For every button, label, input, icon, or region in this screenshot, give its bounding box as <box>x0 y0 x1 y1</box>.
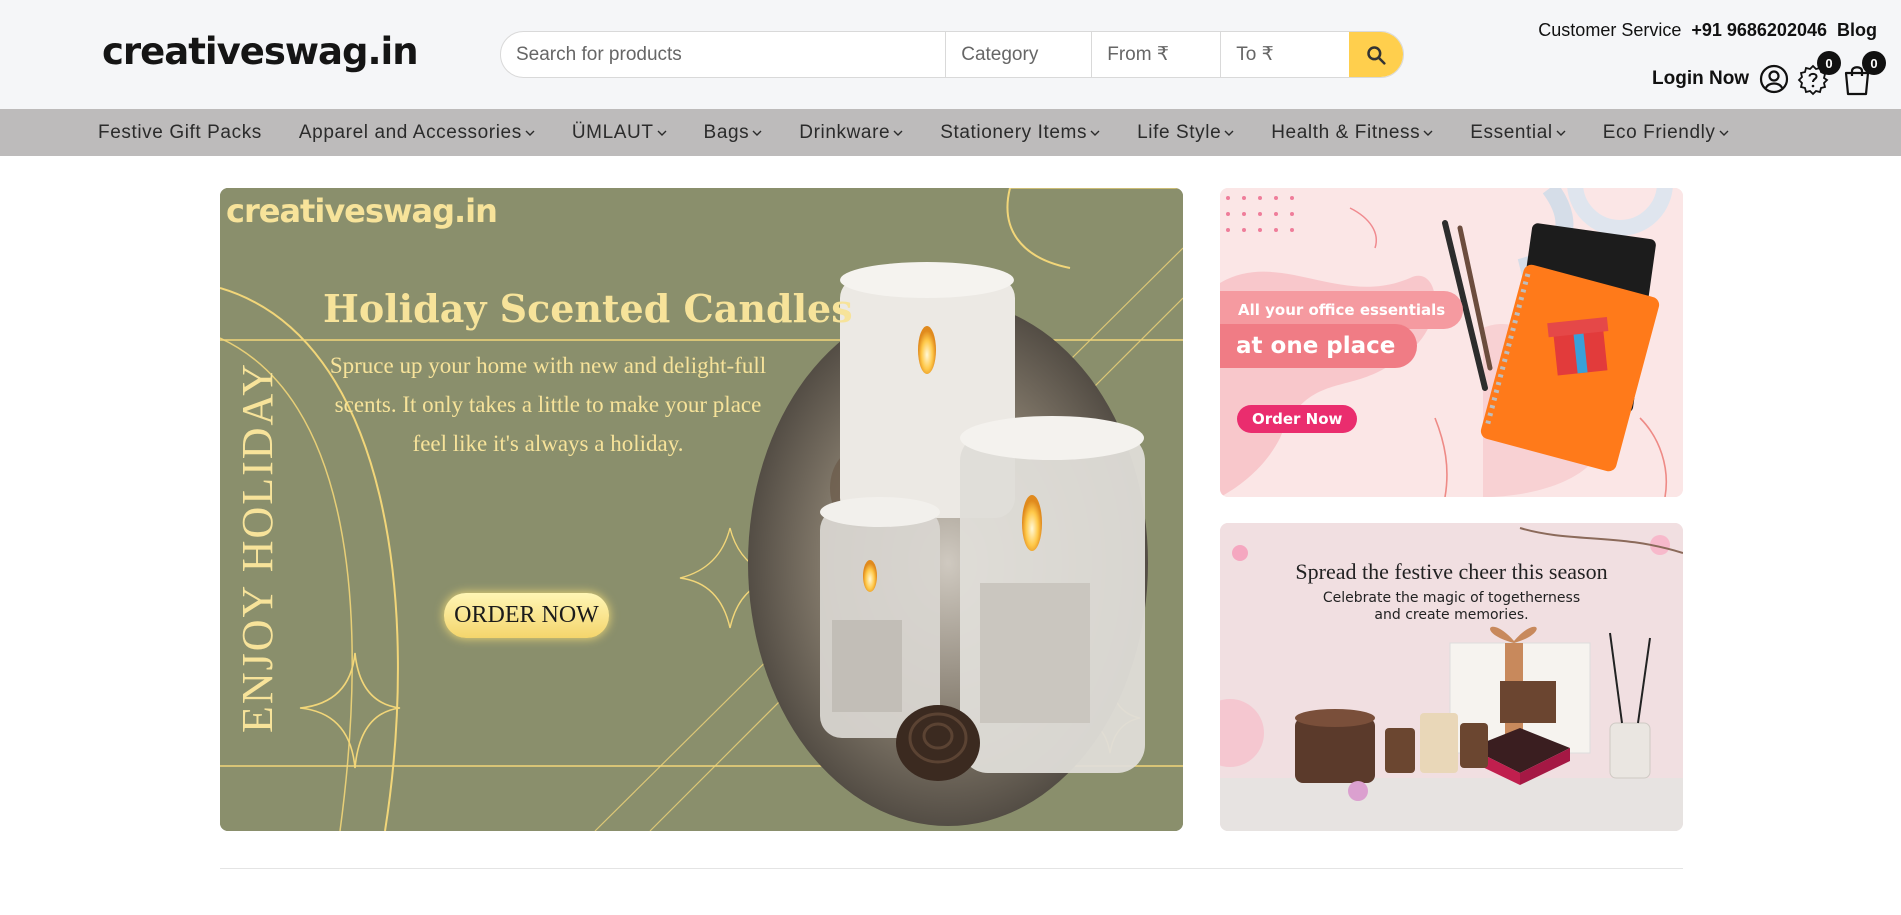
nav-item-label: ÜMLAUT <box>571 121 654 143</box>
chevron-down-icon <box>893 130 903 136</box>
category-input[interactable] <box>946 32 1093 77</box>
nav-item-label: Bags <box>703 121 750 143</box>
nav-item-label: Stationery Items <box>940 121 1088 143</box>
chevron-down-icon <box>1224 130 1234 136</box>
search-input[interactable] <box>501 32 947 77</box>
festive-cheer-banner[interactable]: Spread the festive cheer this season Cel… <box>1220 523 1683 831</box>
phone-number[interactable]: +91 9686202046 <box>1691 20 1827 41</box>
hero-title: Holiday Scented Candles <box>323 286 853 331</box>
office-banner-line2: at one place <box>1220 324 1418 368</box>
hero-banner-candles[interactable]: creativeswag.in Holiday Scented Candles … <box>220 188 1183 831</box>
user-icon <box>1759 64 1789 94</box>
order-now-button[interactable]: ORDER NOW <box>444 593 609 638</box>
nav-item-eco-friendly[interactable]: Eco Friendly <box>1603 122 1729 144</box>
nav-item-essential[interactable]: Essential <box>1470 122 1566 144</box>
cart-button[interactable]: 0 <box>1842 51 1886 98</box>
nav-item-health-fitness[interactable]: Health & Fitness <box>1271 122 1433 144</box>
hero-logo: creativeswag.in <box>226 192 498 230</box>
nav-item-apparel[interactable]: Apparel and Accessories <box>299 122 535 144</box>
blog-link[interactable]: Blog <box>1837 20 1877 41</box>
chevron-down-icon <box>657 130 667 136</box>
chevron-down-icon <box>1719 130 1729 136</box>
chevron-down-icon <box>1090 130 1100 136</box>
hero-vertical-text: ENJOY HOLIDAY <box>233 361 282 733</box>
chevron-down-icon <box>1423 130 1433 136</box>
nav-item-label: Health & Fitness <box>1271 121 1421 143</box>
hero-subtitle: Spruce up your home with new and delight… <box>329 353 767 456</box>
customer-service-link[interactable]: Customer Service <box>1538 20 1681 41</box>
nav-item-stationery[interactable]: Stationery Items <box>940 122 1100 144</box>
chevron-down-icon <box>752 130 762 136</box>
price-to-input[interactable] <box>1221 32 1350 77</box>
festive-banner-title: Spread the festive cheer this season <box>1295 559 1608 584</box>
site-header: creativeswag.in Customer Service +91 968… <box>0 0 1901 109</box>
nav-item-label: Apparel and Accessories <box>298 121 522 143</box>
nav-item-label: Life Style <box>1137 121 1222 143</box>
price-from-input[interactable] <box>1092 32 1222 77</box>
search-bar <box>500 31 1404 78</box>
cart-count-badge: 0 <box>1862 51 1886 75</box>
category-nav: Festive Gift Packs Apparel and Accessori… <box>0 109 1901 156</box>
site-logo[interactable]: creativeswag.in <box>102 30 419 73</box>
festive-banner-subtitle-line2: and create memories. <box>1374 607 1529 623</box>
login-button[interactable]: Login Now <box>1652 64 1789 94</box>
search-icon <box>1367 45 1386 65</box>
nav-item-label: Drinkware <box>799 121 891 143</box>
festive-banner-subtitle: Celebrate the magic of togetherness and … <box>1220 590 1683 624</box>
section-divider <box>220 868 1683 869</box>
hero-decoration <box>220 188 1183 831</box>
chevron-down-icon <box>1556 130 1566 136</box>
office-essentials-banner[interactable]: All your office essentials at one place … <box>1220 188 1683 497</box>
top-links: Customer Service +91 9686202046 Blog <box>1538 20 1877 41</box>
nav-item-drinkware[interactable]: Drinkware <box>799 122 903 144</box>
nav-item-umlaut[interactable]: ÜMLAUT <box>572 122 667 144</box>
login-label: Login Now <box>1652 68 1750 89</box>
nav-item-life-style[interactable]: Life Style <box>1137 122 1234 144</box>
chevron-down-icon <box>525 130 535 136</box>
wishlist-button[interactable]: 0 <box>1797 51 1841 98</box>
nav-item-bags[interactable]: Bags <box>704 122 763 144</box>
search-button[interactable] <box>1349 32 1403 77</box>
nav-item-label: Essential <box>1470 121 1553 143</box>
nav-item-label: Eco Friendly <box>1602 121 1716 143</box>
wishlist-count-badge: 0 <box>1817 51 1841 75</box>
nav-item-label: Festive Gift Packs <box>98 121 262 143</box>
nav-item-festive-gift-packs[interactable]: Festive Gift Packs <box>98 122 262 144</box>
office-order-now-button[interactable]: Order Now <box>1237 405 1358 433</box>
festive-banner-subtitle-line1: Celebrate the magic of togetherness <box>1322 590 1581 606</box>
